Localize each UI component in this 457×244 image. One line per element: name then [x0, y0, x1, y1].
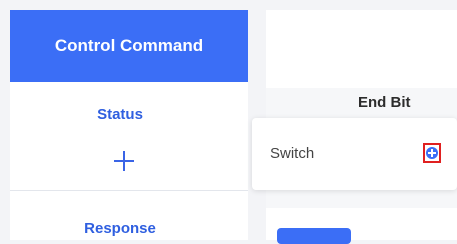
- divider: [10, 190, 248, 191]
- switch-label: Switch: [270, 145, 315, 162]
- add-button-highlight[interactable]: [423, 143, 441, 163]
- sidebar-item-response[interactable]: Response: [10, 220, 230, 237]
- primary-button[interactable]: [277, 228, 351, 244]
- column-header-end-bit: End Bit: [358, 94, 411, 111]
- sidebar-item-status[interactable]: Status: [10, 106, 230, 123]
- sidebar-header-label: Control Command: [54, 36, 204, 55]
- sidebar: Control Command Status Response: [10, 10, 248, 240]
- plus-icon[interactable]: [113, 150, 135, 172]
- add-circle-icon[interactable]: [426, 147, 438, 159]
- sidebar-header-control-command[interactable]: Control Command: [10, 10, 248, 82]
